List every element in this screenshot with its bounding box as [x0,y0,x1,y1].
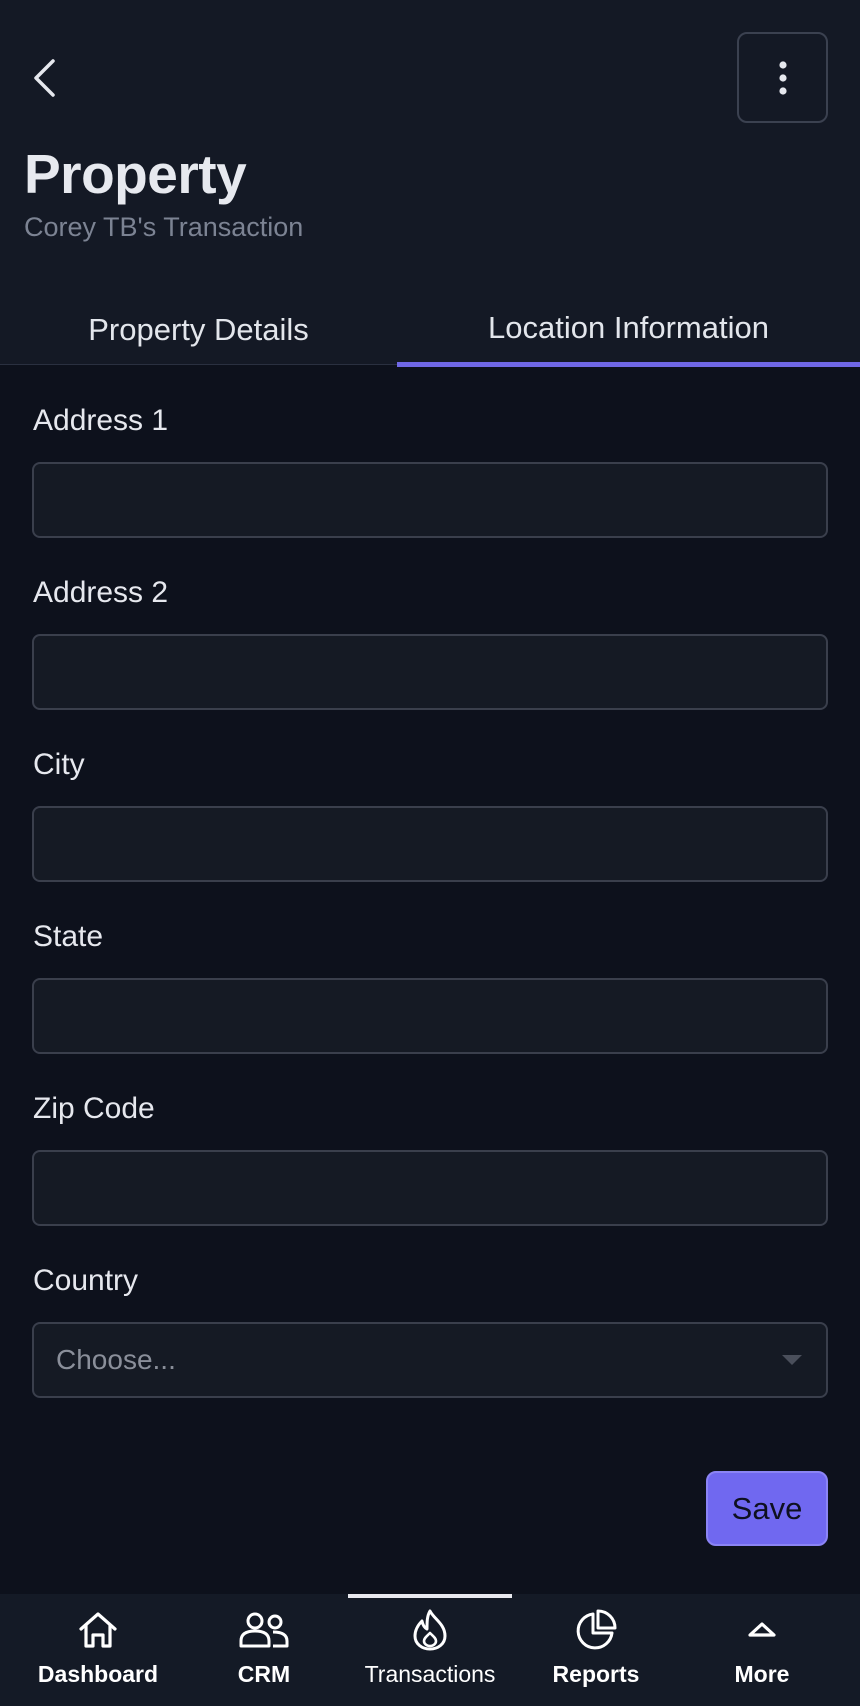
nav-label-reports: Reports [552,1661,640,1687]
tab-location-information[interactable]: Location Information [397,293,860,363]
country-label: Country [33,1264,139,1297]
state-label: State [33,920,104,953]
kebab-menu-icon [778,60,787,95]
nav-item-reports[interactable]: Reports [513,1594,679,1706]
property-location-page: Property Corey TB's Transaction Property… [0,0,860,1706]
tab-bar: Property Details Location Information [0,293,860,367]
chevron-left-icon [34,59,55,97]
save-button[interactable]: Save [706,1471,828,1546]
nav-label-dashboard: Dashboard [37,1661,159,1687]
active-tab-indicator [397,362,860,367]
page-title: Property [24,143,247,205]
address1-label: Address 1 [33,404,169,437]
chevron-up-icon [748,1622,776,1637]
back-button[interactable] [22,50,66,106]
city-label: City [33,748,85,781]
page-subtitle: Corey TB's Transaction [24,212,304,242]
address2-label: Address 2 [33,576,169,609]
country-select[interactable]: Choose... [32,1322,828,1398]
users-icon [239,1612,289,1648]
bottom-nav: Dashboard CRM Transactions Reports More [0,1594,860,1706]
nav-item-transactions[interactable]: Transactions [347,1594,513,1706]
nav-label-crm: CRM [237,1661,291,1687]
nav-item-dashboard[interactable]: Dashboard [15,1594,181,1706]
city-input[interactable] [32,806,828,882]
flame-icon [413,1609,447,1651]
more-options-button[interactable] [737,32,828,123]
nav-label-more: More [734,1661,790,1687]
caret-down-icon [782,1355,802,1365]
page-header: Property Corey TB's Transaction Property… [0,0,860,367]
tab-property-details[interactable]: Property Details [0,295,397,365]
pie-chart-icon [576,1609,617,1650]
nav-item-more[interactable]: More [679,1594,845,1706]
home-icon [79,1612,117,1648]
nav-item-crm[interactable]: CRM [181,1594,347,1706]
address2-input[interactable] [32,634,828,710]
state-input[interactable] [32,978,828,1054]
address1-input[interactable] [32,462,828,538]
country-select-value: Choose... [56,1344,176,1375]
zip-code-label: Zip Code [33,1092,155,1125]
nav-label-transactions: Transactions [364,1661,496,1687]
zip-code-input[interactable] [32,1150,828,1226]
